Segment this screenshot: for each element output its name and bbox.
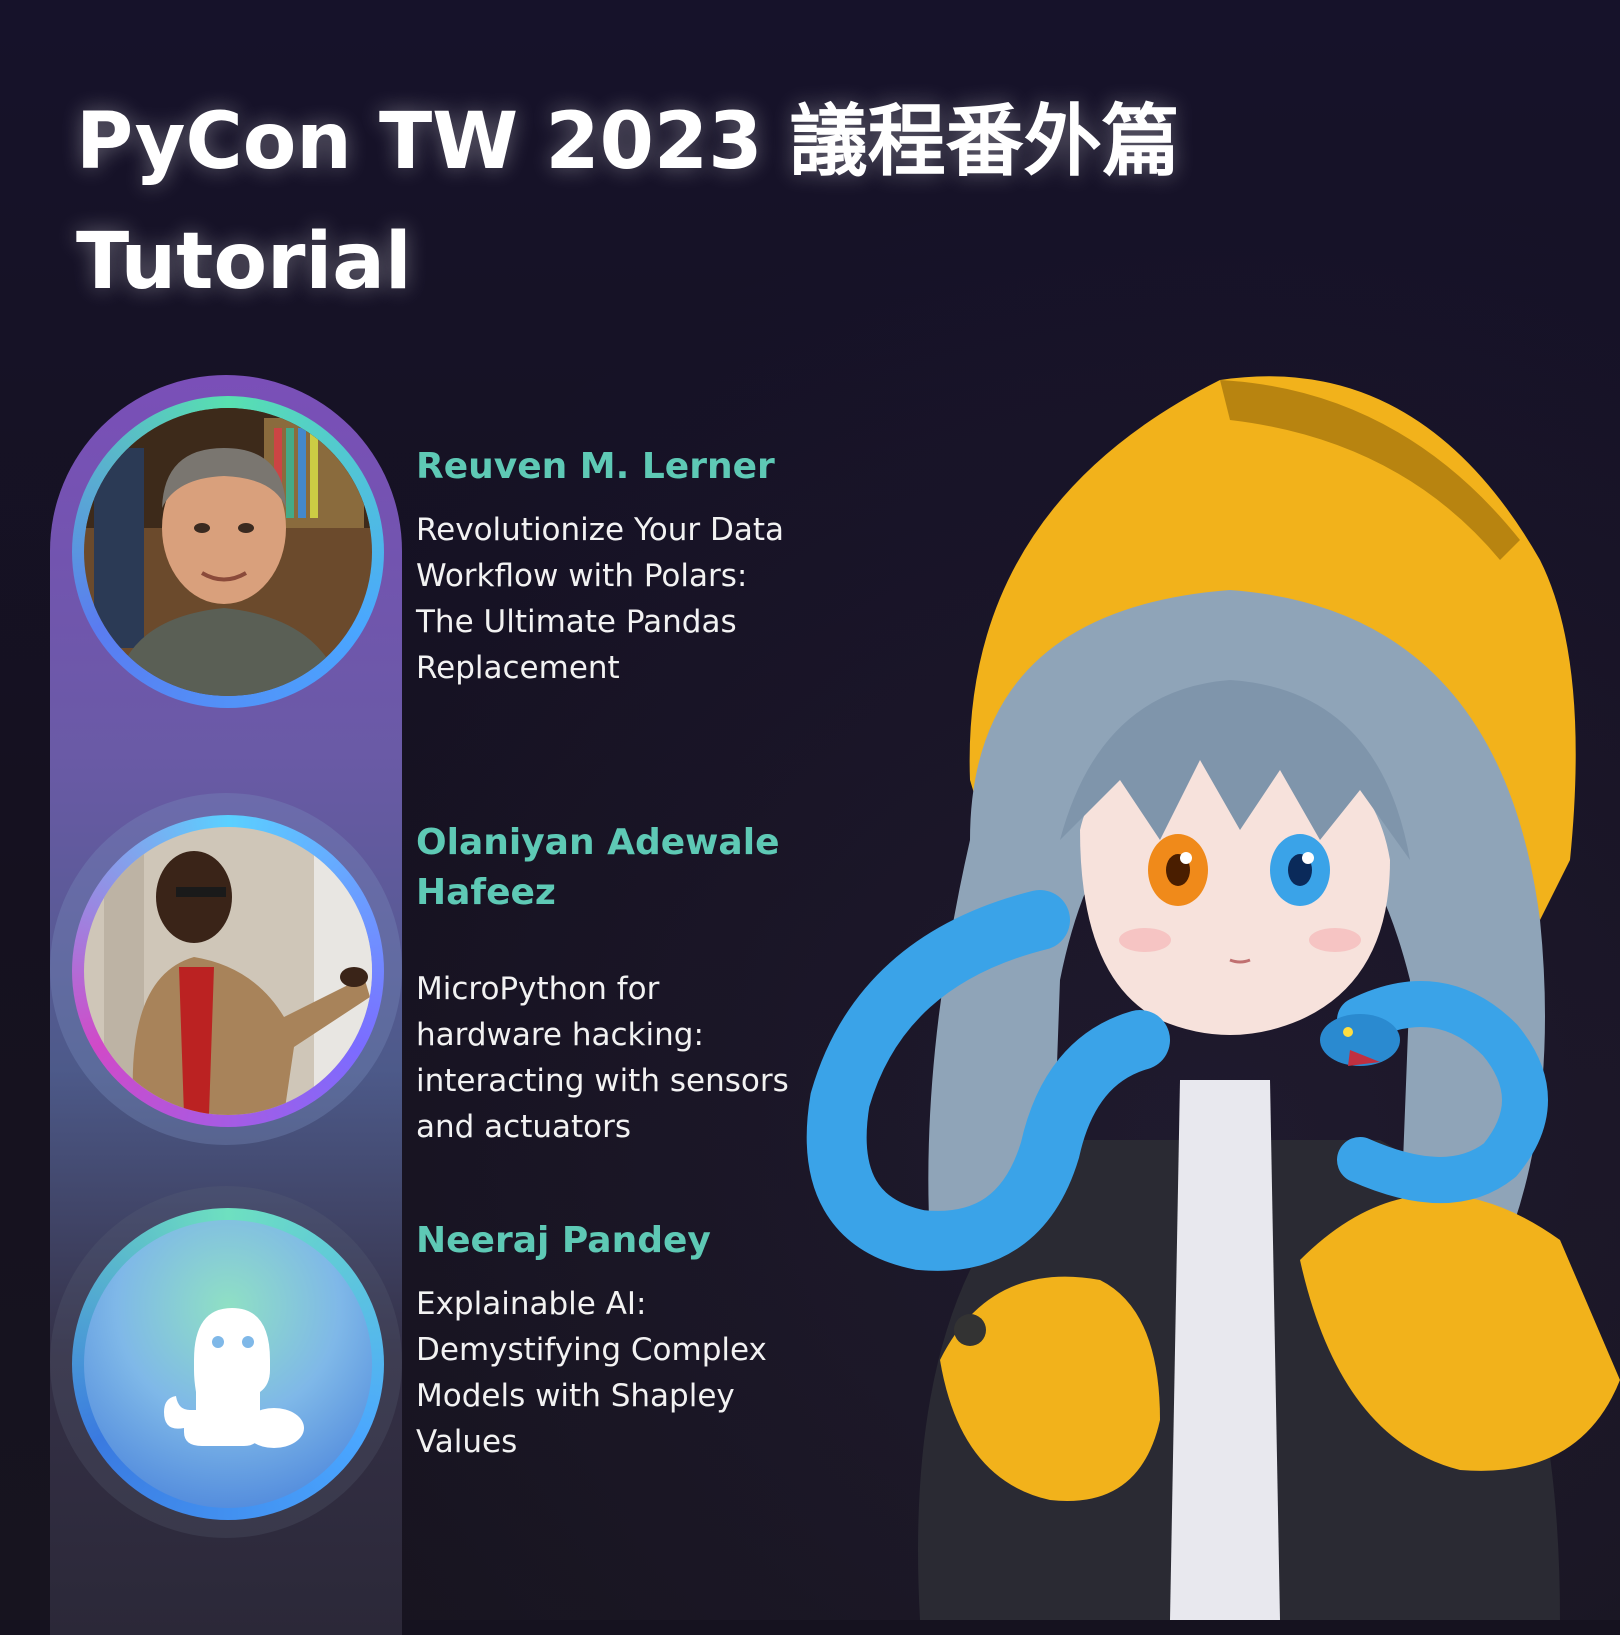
speaker-avatar-3 xyxy=(72,1208,384,1520)
speaker-photo-icon xyxy=(84,827,372,1115)
speaker-name: Neeraj Pandey xyxy=(416,1220,711,1261)
avatar xyxy=(84,408,372,696)
speaker-avatar-1 xyxy=(72,396,384,708)
speaker-avatar-2 xyxy=(72,815,384,1127)
talk-title: Revolutionize Your Data Workflow with Po… xyxy=(416,512,785,686)
page-subtitle: Tutorial xyxy=(76,217,412,307)
speaker-name: Reuven M. Lerner xyxy=(416,446,775,487)
speaker-name: Olaniyan Adewale Hafeez xyxy=(416,822,780,913)
avatar xyxy=(84,827,372,1115)
header: PyCon TW 2023 議程番外篇 Tutorial xyxy=(76,82,1180,322)
speaker-photo-icon xyxy=(84,408,372,696)
avatar xyxy=(84,1220,372,1508)
mascot-illustration xyxy=(806,376,1620,1620)
talk-title: MicroPython for hardware hacking: intera… xyxy=(416,971,789,1145)
talk-title: Explainable AI: Demystifying Complex Mod… xyxy=(416,1286,767,1460)
page-title: PyCon TW 2023 議程番外篇 xyxy=(76,97,1180,187)
snake-mascot-icon xyxy=(164,1308,304,1448)
